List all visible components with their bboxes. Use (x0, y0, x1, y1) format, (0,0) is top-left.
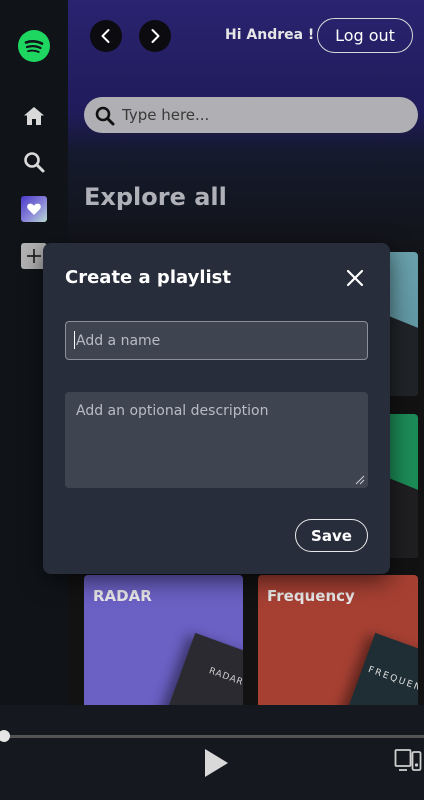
chevron-right-icon (151, 29, 160, 43)
category-tile-label: Frequency (267, 587, 355, 605)
category-tile-label: RADAR (93, 587, 152, 605)
player-bar (0, 705, 424, 800)
resize-grip-icon[interactable] (355, 475, 365, 485)
home-icon[interactable] (22, 104, 46, 128)
spotify-logo-icon[interactable] (18, 30, 50, 62)
save-button[interactable]: Save (295, 519, 368, 552)
category-cover-image: RADAR (165, 632, 243, 705)
text-caret (74, 331, 75, 349)
playlist-name-input[interactable] (65, 321, 368, 360)
category-tile-frequency[interactable]: Frequency FREQUENCY (258, 575, 418, 705)
play-icon (205, 749, 228, 777)
cover-text: RADAR (207, 666, 243, 689)
logout-button[interactable]: Log out (317, 18, 413, 53)
close-button[interactable] (342, 265, 368, 291)
play-button[interactable] (200, 745, 232, 781)
liked-songs-heart-icon[interactable] (21, 196, 47, 222)
search-icon[interactable] (22, 150, 46, 174)
close-icon (346, 269, 364, 287)
forward-button[interactable] (139, 20, 171, 52)
page-title: Explore all (84, 183, 227, 211)
search-icon (95, 106, 115, 126)
progress-handle[interactable] (0, 730, 10, 742)
category-tile-radar[interactable]: RADAR RADAR (84, 575, 243, 705)
category-cover-image: FREQUENCY (345, 632, 418, 705)
devices-icon (394, 749, 422, 771)
dialog-title: Create a playlist (65, 267, 231, 288)
playlist-description-input[interactable] (65, 392, 368, 488)
search-bar[interactable] (84, 97, 418, 133)
cover-text: FREQUENCY (366, 665, 418, 700)
back-button[interactable] (90, 20, 122, 52)
create-playlist-dialog: Create a playlist Save (43, 243, 390, 574)
connect-device-button[interactable] (394, 748, 422, 774)
user-greeting: Hi Andrea ! (225, 27, 315, 43)
progress-bar[interactable] (2, 735, 424, 738)
search-input[interactable] (122, 105, 402, 125)
chevron-left-icon (101, 29, 110, 43)
